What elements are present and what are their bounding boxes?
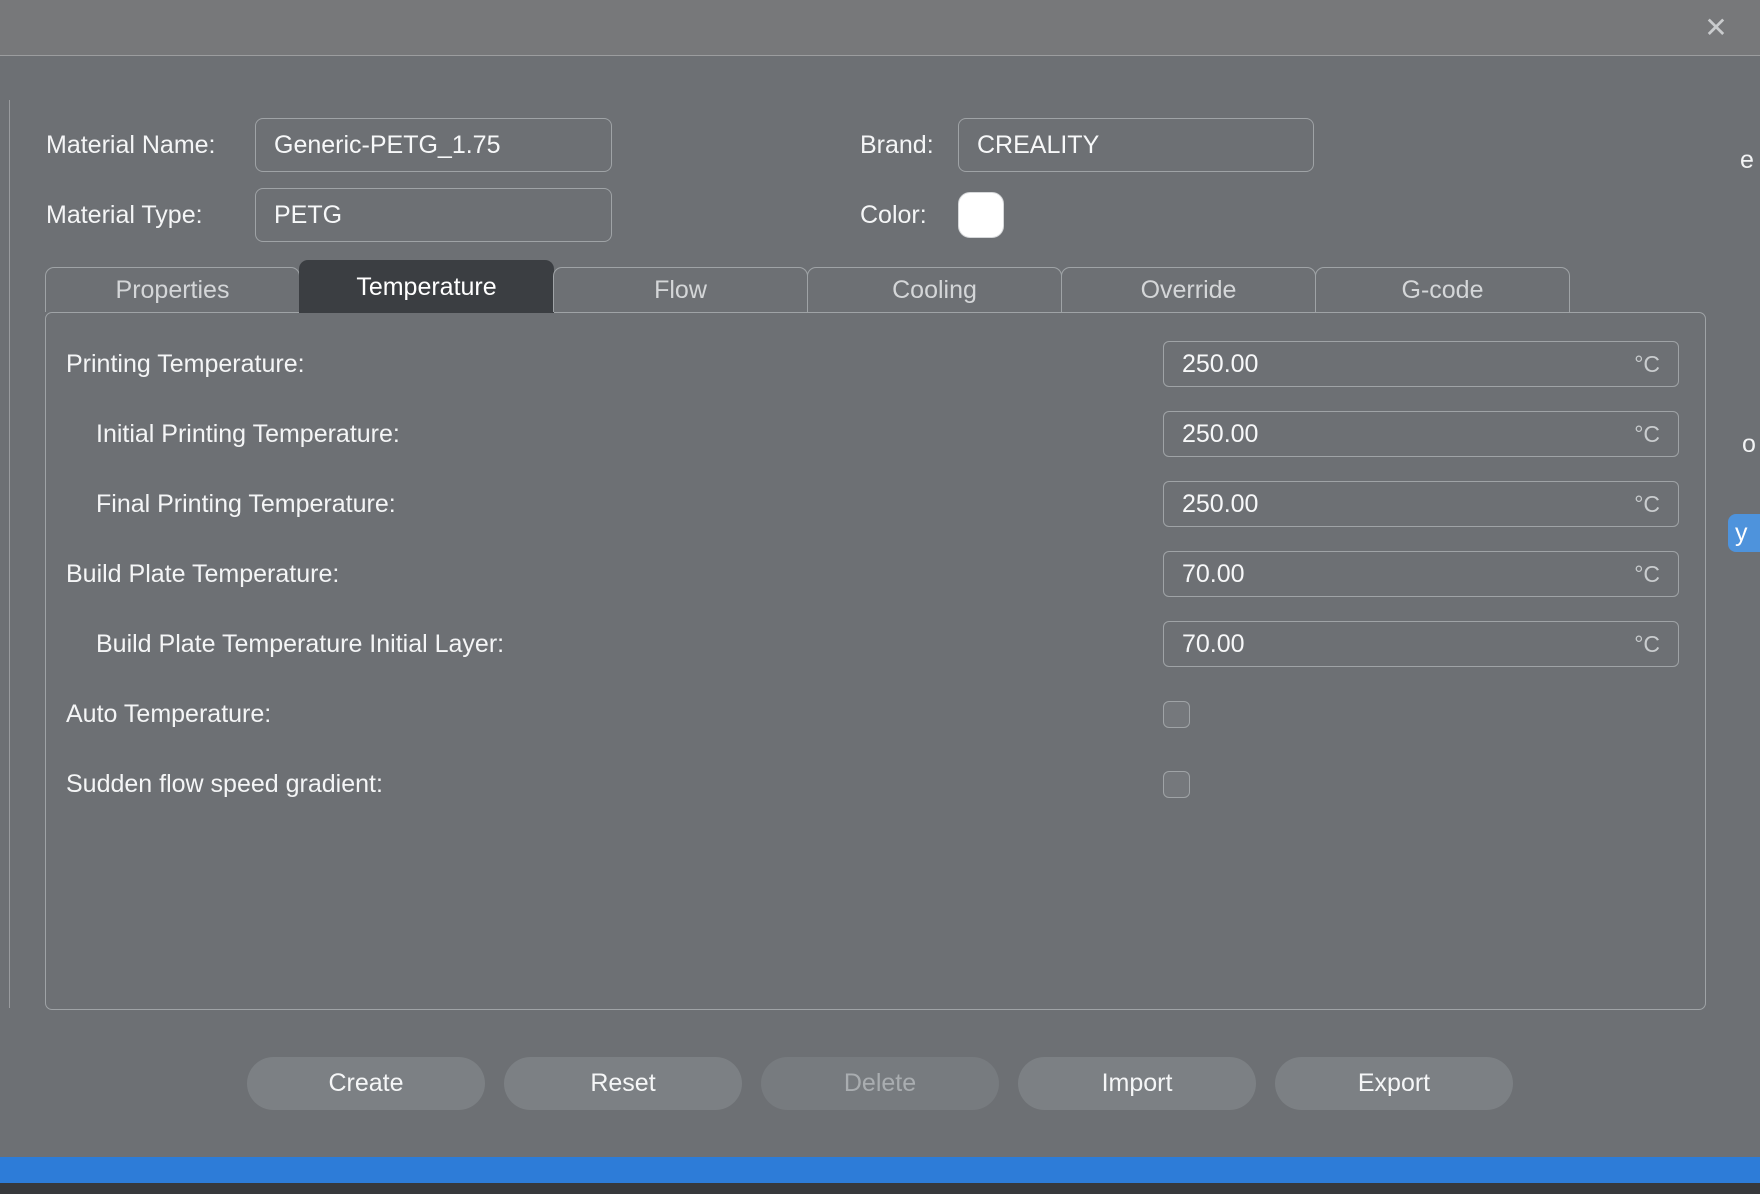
material-type-label: Material Type:	[46, 201, 203, 229]
unit-label: °C	[1634, 420, 1660, 447]
setting-label: Build Plate Temperature Initial Layer:	[96, 629, 505, 658]
material-type-input[interactable]: PETG	[255, 188, 612, 242]
auto-temperature-row: Auto Temperature:	[46, 679, 1705, 749]
unit-label: °C	[1634, 630, 1660, 657]
left-divider	[9, 100, 10, 1008]
tab-flow[interactable]: Flow	[553, 267, 808, 312]
bottom-dark-bar	[0, 1183, 1760, 1194]
sudden-flow-speed-gradient-row: Sudden flow speed gradient:	[46, 749, 1705, 819]
delete-button[interactable]: Delete	[761, 1057, 999, 1110]
printing-temperature-row: Printing Temperature: 250.00 °C	[46, 329, 1705, 399]
color-swatch[interactable]	[958, 192, 1004, 238]
build-plate-temperature-row: Build Plate Temperature: 70.00 °C	[46, 539, 1705, 609]
unit-label: °C	[1634, 350, 1660, 377]
brand-input[interactable]: CREALITY	[958, 118, 1314, 172]
sudden-flow-speed-gradient-checkbox[interactable]	[1163, 770, 1190, 798]
value-text: 250.00	[1182, 489, 1259, 518]
setting-label: Sudden flow speed gradient:	[66, 769, 383, 798]
tab-gcode[interactable]: G-code	[1315, 267, 1570, 312]
background-text-fragment-middle: o	[1742, 430, 1756, 458]
reset-button[interactable]: Reset	[504, 1057, 742, 1110]
export-button[interactable]: Export	[1275, 1057, 1513, 1110]
final-printing-temperature-input[interactable]: 250.00 °C	[1163, 481, 1679, 527]
auto-temperature-checkbox[interactable]	[1163, 700, 1190, 728]
settings-panel: Printing Temperature: 250.00 °C Initial …	[45, 312, 1706, 1010]
value-text: 70.00	[1182, 629, 1245, 658]
background-text-fragment-top: e	[1740, 146, 1754, 174]
tab-override[interactable]: Override	[1061, 267, 1316, 312]
unit-label: °C	[1634, 490, 1660, 517]
tab-bar: Properties Temperature Flow Cooling Over…	[45, 260, 1570, 313]
final-printing-temperature-row: Final Printing Temperature: 250.00 °C	[46, 469, 1705, 539]
value-text: 250.00	[1182, 419, 1259, 448]
initial-printing-temperature-row: Initial Printing Temperature: 250.00 °C	[46, 399, 1705, 469]
material-name-input[interactable]: Generic-PETG_1.75	[255, 118, 612, 172]
footer-button-row: Create Reset Delete Import Export	[0, 1057, 1760, 1110]
material-name-label: Material Name:	[46, 131, 216, 159]
setting-label: Auto Temperature:	[66, 699, 272, 728]
setting-label: Printing Temperature:	[66, 349, 305, 378]
bottom-blue-bar	[0, 1157, 1760, 1183]
setting-label: Final Printing Temperature:	[96, 489, 396, 518]
create-button[interactable]: Create	[247, 1057, 485, 1110]
tab-temperature[interactable]: Temperature	[299, 260, 554, 313]
build-plate-temperature-initial-layer-row: Build Plate Temperature Initial Layer: 7…	[46, 609, 1705, 679]
initial-printing-temperature-input[interactable]: 250.00 °C	[1163, 411, 1679, 457]
build-plate-temperature-initial-layer-input[interactable]: 70.00 °C	[1163, 621, 1679, 667]
close-icon[interactable]: ✕	[1698, 10, 1734, 46]
setting-label: Build Plate Temperature:	[66, 559, 340, 588]
printing-temperature-input[interactable]: 250.00 °C	[1163, 341, 1679, 387]
setting-label: Initial Printing Temperature:	[96, 419, 400, 448]
value-text: 250.00	[1182, 349, 1259, 378]
tab-properties[interactable]: Properties	[45, 267, 300, 312]
tab-cooling[interactable]: Cooling	[807, 267, 1062, 312]
unit-label: °C	[1634, 560, 1660, 587]
value-text: 70.00	[1182, 559, 1245, 588]
color-label: Color:	[860, 201, 927, 229]
window-titlebar: ✕	[0, 0, 1760, 56]
build-plate-temperature-input[interactable]: 70.00 °C	[1163, 551, 1679, 597]
background-highlight-chip: y	[1728, 514, 1760, 552]
brand-label: Brand:	[860, 131, 934, 159]
import-button[interactable]: Import	[1018, 1057, 1256, 1110]
